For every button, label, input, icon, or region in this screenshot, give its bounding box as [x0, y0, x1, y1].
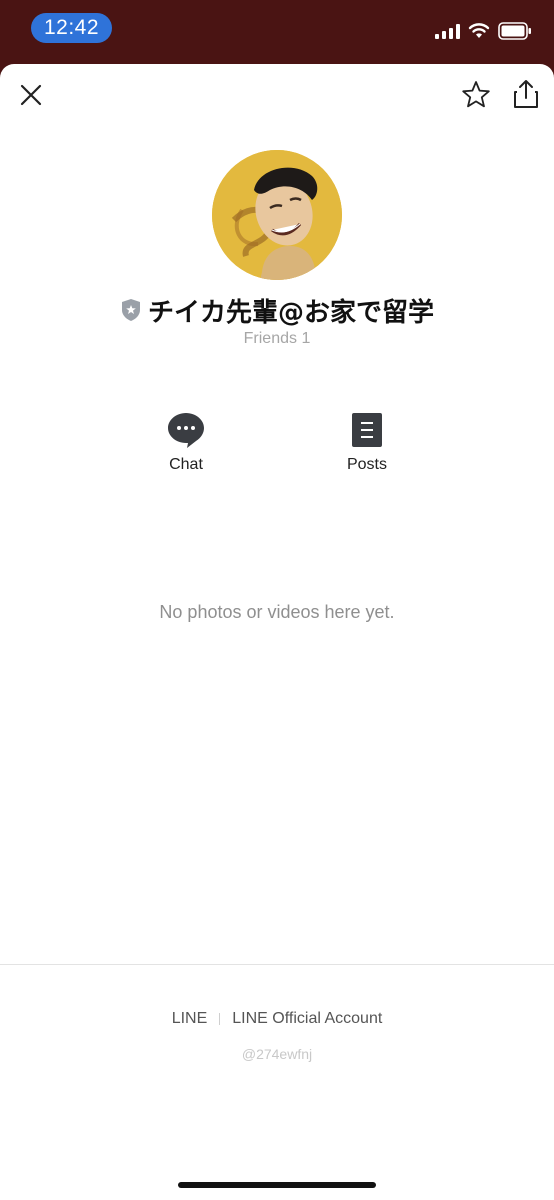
battery-icon [498, 22, 531, 40]
line-id: @274ewfnj [241, 1046, 313, 1062]
status-bar: 12:42 [0, 0, 554, 62]
profile-name-row: チイカ先輩@お家で留学 [0, 292, 554, 328]
profile-name: チイカ先輩@お家で留学 [147, 297, 434, 328]
share-icon[interactable] [512, 78, 540, 110]
home-indicator[interactable] [178, 1182, 376, 1188]
posts-button[interactable]: Posts [317, 410, 417, 474]
avatar-image [212, 150, 342, 280]
chat-label: Chat [169, 456, 203, 473]
status-time: 12:42 [31, 13, 112, 43]
chat-bubble-icon [168, 413, 204, 448]
chat-button[interactable]: Chat [136, 410, 236, 474]
posts-label: Posts [346, 456, 387, 473]
signal-icon [435, 23, 460, 39]
star-icon[interactable] [460, 79, 492, 111]
profile-avatar[interactable] [212, 150, 342, 280]
footer-divider [0, 964, 554, 965]
status-icons [435, 22, 532, 40]
friends-count: Friends 1 [243, 330, 311, 347]
footer-brand: LINE [171, 1010, 208, 1027]
empty-media-message: No photos or videos here yet. [159, 602, 395, 622]
wifi-icon [468, 23, 490, 38]
shield-badge-icon [121, 299, 140, 321]
close-icon[interactable] [16, 80, 46, 110]
posts-icon [352, 413, 382, 447]
footer-account-type: LINE Official Account [232, 1010, 383, 1027]
profile-sheet: チイカ先輩@お家で留学 Friends 1 Chat Posts No phot… [0, 64, 554, 1200]
footer-separator [219, 1013, 221, 1025]
footer-account-info: LINE LINE Official Account [0, 1010, 554, 1028]
